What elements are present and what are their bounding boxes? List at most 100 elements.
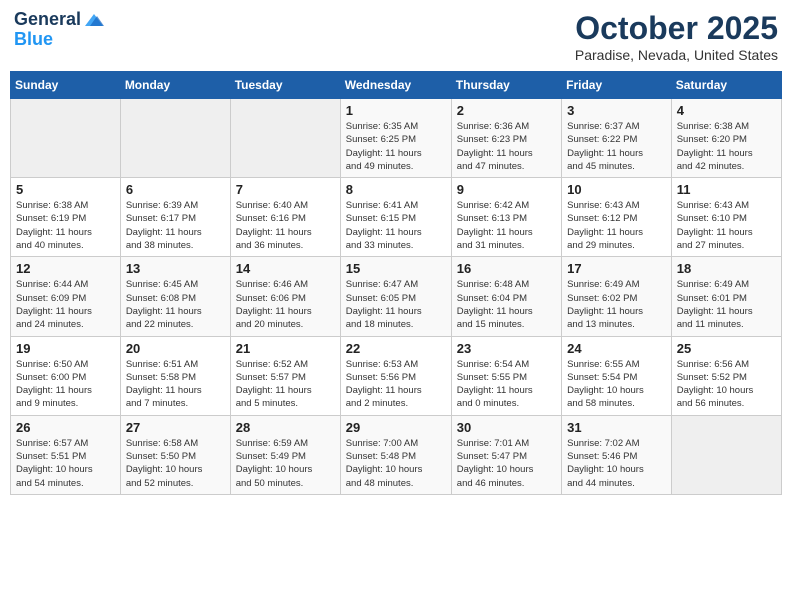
day-number: 27 xyxy=(126,420,225,435)
column-header-thursday: Thursday xyxy=(451,72,561,99)
column-header-tuesday: Tuesday xyxy=(230,72,340,99)
day-number: 25 xyxy=(677,341,776,356)
day-info: Sunrise: 6:39 AM Sunset: 6:17 PM Dayligh… xyxy=(126,199,225,252)
day-number: 17 xyxy=(567,261,666,276)
calendar-week-row: 19 Sunrise: 6:50 AM Sunset: 6:00 PM Dayli… xyxy=(11,336,782,415)
day-info: Sunrise: 6:55 AM Sunset: 5:54 PM Dayligh… xyxy=(567,358,666,411)
day-number: 14 xyxy=(236,261,335,276)
calendar-cell: 31 Sunrise: 7:02 AM Sunset: 5:46 PM Dayli… xyxy=(562,415,672,494)
day-number: 26 xyxy=(16,420,115,435)
calendar-cell: 30 Sunrise: 7:01 AM Sunset: 5:47 PM Dayli… xyxy=(451,415,561,494)
calendar-cell: 24 Sunrise: 6:55 AM Sunset: 5:54 PM Dayli… xyxy=(562,336,672,415)
day-info: Sunrise: 6:41 AM Sunset: 6:15 PM Dayligh… xyxy=(346,199,446,252)
day-info: Sunrise: 6:44 AM Sunset: 6:09 PM Dayligh… xyxy=(16,278,115,331)
day-info: Sunrise: 6:36 AM Sunset: 6:23 PM Dayligh… xyxy=(457,120,556,173)
day-info: Sunrise: 6:51 AM Sunset: 5:58 PM Dayligh… xyxy=(126,358,225,411)
day-info: Sunrise: 6:50 AM Sunset: 6:00 PM Dayligh… xyxy=(16,358,115,411)
day-info: Sunrise: 6:49 AM Sunset: 6:01 PM Dayligh… xyxy=(677,278,776,331)
day-info: Sunrise: 6:38 AM Sunset: 6:20 PM Dayligh… xyxy=(677,120,776,173)
page-header: General Blue October 2025 Paradise, Neva… xyxy=(10,10,782,63)
day-info: Sunrise: 6:43 AM Sunset: 6:10 PM Dayligh… xyxy=(677,199,776,252)
calendar-cell: 6Sunrise: 6:39 AM Sunset: 6:17 PM Daylig… xyxy=(120,178,230,257)
calendar-cell: 8 Sunrise: 6:41 AM Sunset: 6:15 PM Daylig… xyxy=(340,178,451,257)
calendar-cell: 9Sunrise: 6:42 AM Sunset: 6:13 PM Daylig… xyxy=(451,178,561,257)
calendar-cell: 7 Sunrise: 6:40 AM Sunset: 6:16 PM Daylig… xyxy=(230,178,340,257)
day-number: 15 xyxy=(346,261,446,276)
calendar-cell: 22 Sunrise: 6:53 AM Sunset: 5:56 PM Dayli… xyxy=(340,336,451,415)
calendar-cell: 5Sunrise: 6:38 AM Sunset: 6:19 PM Daylig… xyxy=(11,178,121,257)
day-number: 20 xyxy=(126,341,225,356)
calendar-cell: 25 Sunrise: 6:56 AM Sunset: 5:52 PM Dayli… xyxy=(671,336,781,415)
calendar-cell: 13 Sunrise: 6:45 AM Sunset: 6:08 PM Dayli… xyxy=(120,257,230,336)
logo-icon xyxy=(83,12,105,28)
day-info: Sunrise: 6:56 AM Sunset: 5:52 PM Dayligh… xyxy=(677,358,776,411)
calendar-cell: 17 Sunrise: 6:49 AM Sunset: 6:02 PM Dayli… xyxy=(562,257,672,336)
day-number: 2 xyxy=(457,103,556,118)
calendar-cell xyxy=(120,99,230,178)
calendar-header-row: SundayMondayTuesdayWednesdayThursdayFrid… xyxy=(11,72,782,99)
day-number: 23 xyxy=(457,341,556,356)
title-block: October 2025 Paradise, Nevada, United St… xyxy=(575,10,778,63)
day-number: 3 xyxy=(567,103,666,118)
calendar-cell: 16Sunrise: 6:48 AM Sunset: 6:04 PM Dayli… xyxy=(451,257,561,336)
day-number: 12 xyxy=(16,261,115,276)
calendar-cell xyxy=(230,99,340,178)
day-info: Sunrise: 6:49 AM Sunset: 6:02 PM Dayligh… xyxy=(567,278,666,331)
day-number: 28 xyxy=(236,420,335,435)
logo-general: General xyxy=(14,10,81,30)
day-info: Sunrise: 6:35 AM Sunset: 6:25 PM Dayligh… xyxy=(346,120,446,173)
location-subtitle: Paradise, Nevada, United States xyxy=(575,47,778,63)
day-info: Sunrise: 6:38 AM Sunset: 6:19 PM Dayligh… xyxy=(16,199,115,252)
column-header-saturday: Saturday xyxy=(671,72,781,99)
day-number: 22 xyxy=(346,341,446,356)
calendar-cell: 11 Sunrise: 6:43 AM Sunset: 6:10 PM Dayli… xyxy=(671,178,781,257)
day-info: Sunrise: 6:42 AM Sunset: 6:13 PM Dayligh… xyxy=(457,199,556,252)
calendar-cell: 4 Sunrise: 6:38 AM Sunset: 6:20 PM Daylig… xyxy=(671,99,781,178)
calendar-cell xyxy=(11,99,121,178)
column-header-friday: Friday xyxy=(562,72,672,99)
calendar-cell: 28Sunrise: 6:59 AM Sunset: 5:49 PM Dayli… xyxy=(230,415,340,494)
calendar-week-row: 1 Sunrise: 6:35 AM Sunset: 6:25 PM Daylig… xyxy=(11,99,782,178)
day-info: Sunrise: 6:53 AM Sunset: 5:56 PM Dayligh… xyxy=(346,358,446,411)
day-number: 24 xyxy=(567,341,666,356)
calendar-cell: 26 Sunrise: 6:57 AM Sunset: 5:51 PM Dayli… xyxy=(11,415,121,494)
calendar-week-row: 26 Sunrise: 6:57 AM Sunset: 5:51 PM Dayli… xyxy=(11,415,782,494)
day-info: Sunrise: 6:48 AM Sunset: 6:04 PM Dayligh… xyxy=(457,278,556,331)
day-info: Sunrise: 7:01 AM Sunset: 5:47 PM Dayligh… xyxy=(457,437,556,490)
calendar-cell: 23Sunrise: 6:54 AM Sunset: 5:55 PM Dayli… xyxy=(451,336,561,415)
day-number: 11 xyxy=(677,182,776,197)
day-number: 18 xyxy=(677,261,776,276)
day-number: 10 xyxy=(567,182,666,197)
day-info: Sunrise: 6:45 AM Sunset: 6:08 PM Dayligh… xyxy=(126,278,225,331)
calendar-table: SundayMondayTuesdayWednesdayThursdayFrid… xyxy=(10,71,782,495)
day-number: 13 xyxy=(126,261,225,276)
day-info: Sunrise: 6:47 AM Sunset: 6:05 PM Dayligh… xyxy=(346,278,446,331)
day-info: Sunrise: 6:40 AM Sunset: 6:16 PM Dayligh… xyxy=(236,199,335,252)
day-number: 30 xyxy=(457,420,556,435)
day-info: Sunrise: 7:00 AM Sunset: 5:48 PM Dayligh… xyxy=(346,437,446,490)
day-info: Sunrise: 6:43 AM Sunset: 6:12 PM Dayligh… xyxy=(567,199,666,252)
logo-blue: Blue xyxy=(14,30,53,50)
day-info: Sunrise: 6:52 AM Sunset: 5:57 PM Dayligh… xyxy=(236,358,335,411)
day-number: 21 xyxy=(236,341,335,356)
day-info: Sunrise: 6:57 AM Sunset: 5:51 PM Dayligh… xyxy=(16,437,115,490)
day-number: 4 xyxy=(677,103,776,118)
calendar-week-row: 5Sunrise: 6:38 AM Sunset: 6:19 PM Daylig… xyxy=(11,178,782,257)
day-number: 31 xyxy=(567,420,666,435)
day-number: 7 xyxy=(236,182,335,197)
day-number: 1 xyxy=(346,103,446,118)
day-info: Sunrise: 6:58 AM Sunset: 5:50 PM Dayligh… xyxy=(126,437,225,490)
logo: General Blue xyxy=(14,10,105,50)
calendar-week-row: 12 Sunrise: 6:44 AM Sunset: 6:09 PM Dayli… xyxy=(11,257,782,336)
day-info: Sunrise: 7:02 AM Sunset: 5:46 PM Dayligh… xyxy=(567,437,666,490)
column-header-wednesday: Wednesday xyxy=(340,72,451,99)
calendar-cell: 3Sunrise: 6:37 AM Sunset: 6:22 PM Daylig… xyxy=(562,99,672,178)
calendar-cell: 10 Sunrise: 6:43 AM Sunset: 6:12 PM Dayli… xyxy=(562,178,672,257)
day-info: Sunrise: 6:46 AM Sunset: 6:06 PM Dayligh… xyxy=(236,278,335,331)
day-number: 8 xyxy=(346,182,446,197)
calendar-cell: 12 Sunrise: 6:44 AM Sunset: 6:09 PM Dayli… xyxy=(11,257,121,336)
calendar-cell: 21 Sunrise: 6:52 AM Sunset: 5:57 PM Dayli… xyxy=(230,336,340,415)
calendar-cell: 1 Sunrise: 6:35 AM Sunset: 6:25 PM Daylig… xyxy=(340,99,451,178)
calendar-cell xyxy=(671,415,781,494)
day-number: 19 xyxy=(16,341,115,356)
